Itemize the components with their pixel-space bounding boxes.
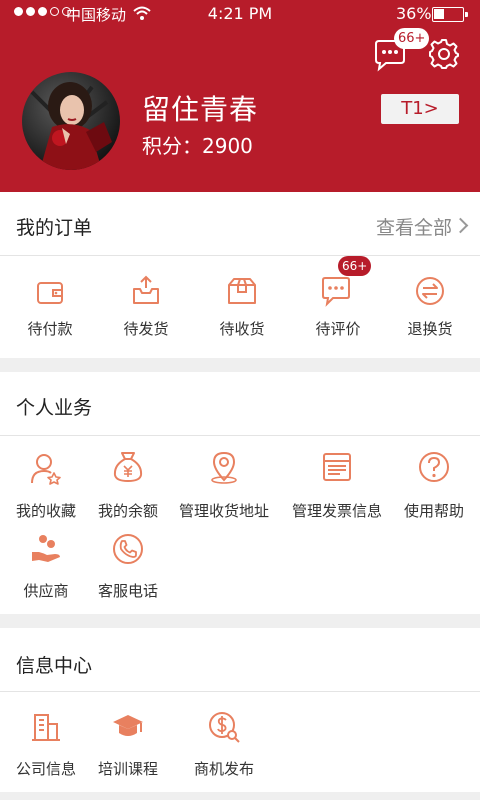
money-bag-icon — [113, 452, 143, 483]
package-icon — [228, 278, 256, 304]
exchange-icon — [416, 277, 444, 305]
help-icon — [419, 452, 449, 482]
customer-service-phone[interactable]: 客服电话 — [82, 524, 174, 604]
my-balance[interactable]: 我的余额 — [82, 444, 174, 524]
service-label: 客服电话 — [97, 582, 158, 600]
info-center-header: 信息中心 — [0, 628, 480, 692]
order-pending-shipment[interactable]: 待发货 — [98, 256, 194, 358]
service-label: 管理发票信息 — [291, 502, 382, 520]
invoice-printer-icon — [323, 453, 351, 481]
personal-header: 个人业务 — [0, 372, 480, 436]
phone-icon — [113, 534, 143, 564]
service-label: 供应商 — [23, 582, 69, 600]
battery-icon — [432, 7, 468, 22]
building-icon — [32, 714, 60, 741]
supplier-icon — [32, 535, 60, 562]
info-label: 公司信息 — [15, 760, 76, 778]
review-count-badge: 66+ — [338, 256, 372, 276]
service-label: 管理收货地址 — [178, 502, 269, 520]
order-item-label: 退换货 — [407, 320, 453, 338]
status-bar: 中国移动 4:21 PM 36% — [0, 0, 480, 28]
view-all-orders-link[interactable]: 查看全部 — [376, 213, 452, 240]
personal-title: 个人业务 — [16, 397, 93, 419]
service-label: 我的收藏 — [15, 502, 76, 520]
order-pending-payment[interactable]: 待付款 — [2, 256, 98, 358]
wallet-icon — [37, 282, 63, 304]
dollar-search-icon — [209, 712, 240, 743]
member-tier-button[interactable]: T1> — [381, 94, 459, 124]
graduation-cap-icon — [113, 715, 143, 736]
points-balance: 积分：2900 — [142, 134, 253, 158]
gear-icon — [429, 39, 459, 69]
service-label: 使用帮助 — [403, 502, 464, 520]
suppliers[interactable]: 供应商 — [0, 524, 92, 604]
usage-help[interactable]: 使用帮助 — [388, 444, 480, 524]
orders-title: 我的订单 — [16, 217, 93, 239]
order-item-label: 待评价 — [315, 320, 361, 338]
business-opportunity-publish[interactable]: 商机发布 — [174, 700, 274, 784]
orders-section: 我的订单 查看全部 待付款 待发货 待收货 66+ 待评价 退换货 — [0, 192, 480, 358]
message-count-badge: 66+ — [394, 28, 430, 49]
info-label: 商机发布 — [193, 760, 254, 778]
outbox-icon — [133, 275, 159, 304]
comment-icon — [322, 277, 350, 307]
avatar[interactable] — [22, 72, 120, 170]
info-center-section: 信息中心 公司信息 培训课程 商机发布 — [0, 628, 480, 792]
personal-business-section: 个人业务 我的收藏 我的余额 管理收货地址 管理发票信息 使用帮助 供应商 客服… — [0, 372, 480, 614]
order-pending-receipt[interactable]: 待收货 — [194, 256, 290, 358]
order-pending-review[interactable]: 66+ 待评价 — [290, 256, 386, 358]
order-item-label: 待付款 — [27, 320, 73, 338]
manage-addresses[interactable]: 管理收货地址 — [174, 444, 274, 524]
company-info[interactable]: 公司信息 — [0, 700, 92, 784]
training-courses[interactable]: 培训课程 — [82, 700, 174, 784]
chevron-right-icon — [452, 217, 469, 234]
user-star-icon — [31, 454, 61, 485]
order-returns[interactable]: 退换货 — [382, 256, 478, 358]
username: 留住青春 — [142, 93, 259, 126]
manage-invoices[interactable]: 管理发票信息 — [287, 444, 387, 524]
location-pin-icon — [211, 451, 237, 484]
info-label: 培训课程 — [97, 760, 158, 778]
service-label: 我的余额 — [97, 502, 158, 520]
settings-button[interactable] — [428, 38, 460, 70]
my-favorites[interactable]: 我的收藏 — [0, 444, 92, 524]
order-item-label: 待发货 — [123, 320, 169, 338]
profile-header: 中国移动 4:21 PM 36% 66+ 留住青春 积分：2900 T1> — [0, 0, 480, 192]
order-item-label: 待收货 — [219, 320, 265, 338]
battery-percent: 36% — [396, 4, 432, 23]
info-center-title: 信息中心 — [16, 655, 93, 677]
orders-header: 我的订单 查看全部 — [0, 192, 480, 256]
